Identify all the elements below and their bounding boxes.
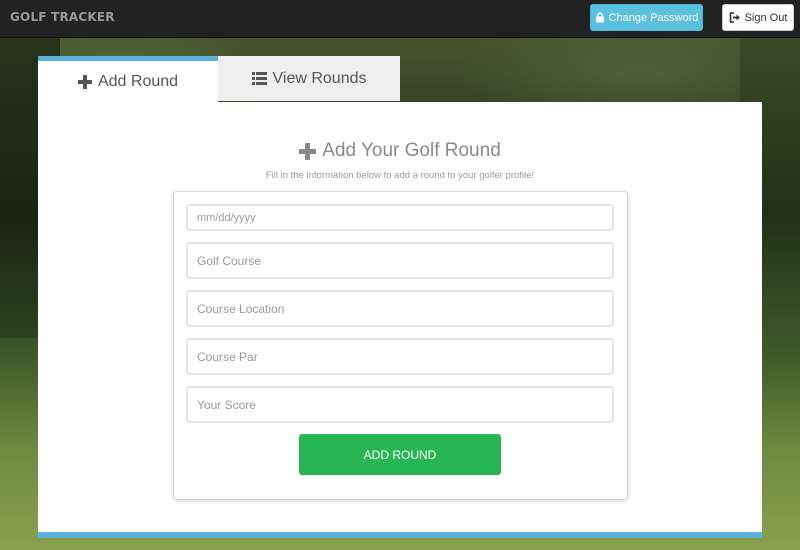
tab-add-round[interactable]: Add Round — [38, 56, 218, 102]
page-title-text: Add Your Golf Round — [322, 140, 501, 161]
tab-add-round-label: Add Round — [97, 72, 179, 90]
tab-view-rounds[interactable]: View Rounds — [218, 56, 400, 101]
your-score-field[interactable] — [186, 386, 614, 423]
list-icon — [251, 72, 267, 85]
page-title: Add Your Golf Round — [38, 140, 762, 162]
sign-out-label: Sign Out — [744, 11, 788, 24]
brand-logo[interactable]: GOLF TRACKER — [10, 10, 115, 24]
course-location-field[interactable] — [186, 290, 614, 327]
change-password-button[interactable]: Change Password — [590, 4, 703, 31]
date-field[interactable] — [186, 204, 614, 231]
golf-course-field[interactable] — [186, 242, 614, 279]
add-round-form: ADD ROUND — [173, 191, 628, 500]
top-navbar: GOLF TRACKER Change Password Sign Out — [0, 0, 800, 38]
plus-icon — [299, 142, 317, 160]
course-par-field[interactable] — [186, 338, 614, 375]
change-password-label: Change Password — [608, 11, 699, 24]
add-round-button[interactable]: ADD ROUND — [299, 434, 501, 475]
add-round-panel: Add Your Golf Round Fill in the informat… — [38, 102, 762, 538]
tab-view-rounds-label: View Rounds — [272, 69, 367, 87]
plus-icon — [77, 74, 92, 89]
sign-out-icon — [729, 12, 741, 23]
page-subtitle: Fill in the information below to add a r… — [265, 170, 535, 181]
sign-out-button[interactable]: Sign Out — [722, 4, 794, 31]
lock-icon — [595, 12, 605, 23]
